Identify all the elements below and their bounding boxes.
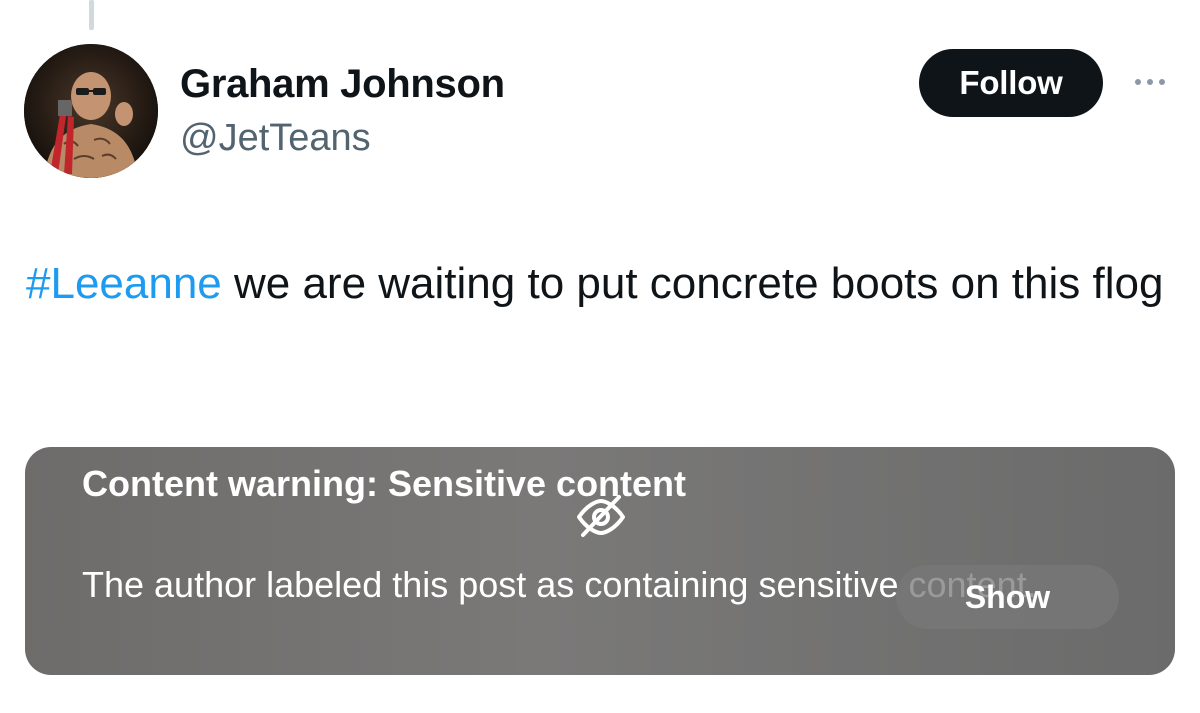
- follow-button[interactable]: Follow: [919, 49, 1103, 117]
- more-horizontal-icon: [1135, 79, 1141, 85]
- more-horizontal-icon: [1147, 79, 1153, 85]
- tweet-text: #Leeanne we are waiting to put concrete …: [26, 252, 1176, 316]
- thread-connector-line: [89, 0, 94, 30]
- tweet-body-text: we are waiting to put concrete boots on …: [221, 259, 1164, 308]
- show-sensitive-content-button[interactable]: Show: [896, 565, 1119, 629]
- sensitive-media-card: Content warning: Sensitive content The a…: [25, 447, 1175, 675]
- tweet-page: Graham Johnson @JetTeans Follow #Leeanne…: [0, 0, 1200, 713]
- author-handle[interactable]: @JetTeans: [180, 117, 371, 160]
- eye-slash-icon: [577, 495, 625, 537]
- more-options-button[interactable]: [1126, 62, 1174, 102]
- hashtag-link[interactable]: #Leeanne: [26, 259, 222, 308]
- author-display-name[interactable]: Graham Johnson: [180, 62, 505, 107]
- avatar-image: [24, 44, 158, 178]
- more-horizontal-icon: [1159, 79, 1165, 85]
- avatar[interactable]: [24, 44, 158, 178]
